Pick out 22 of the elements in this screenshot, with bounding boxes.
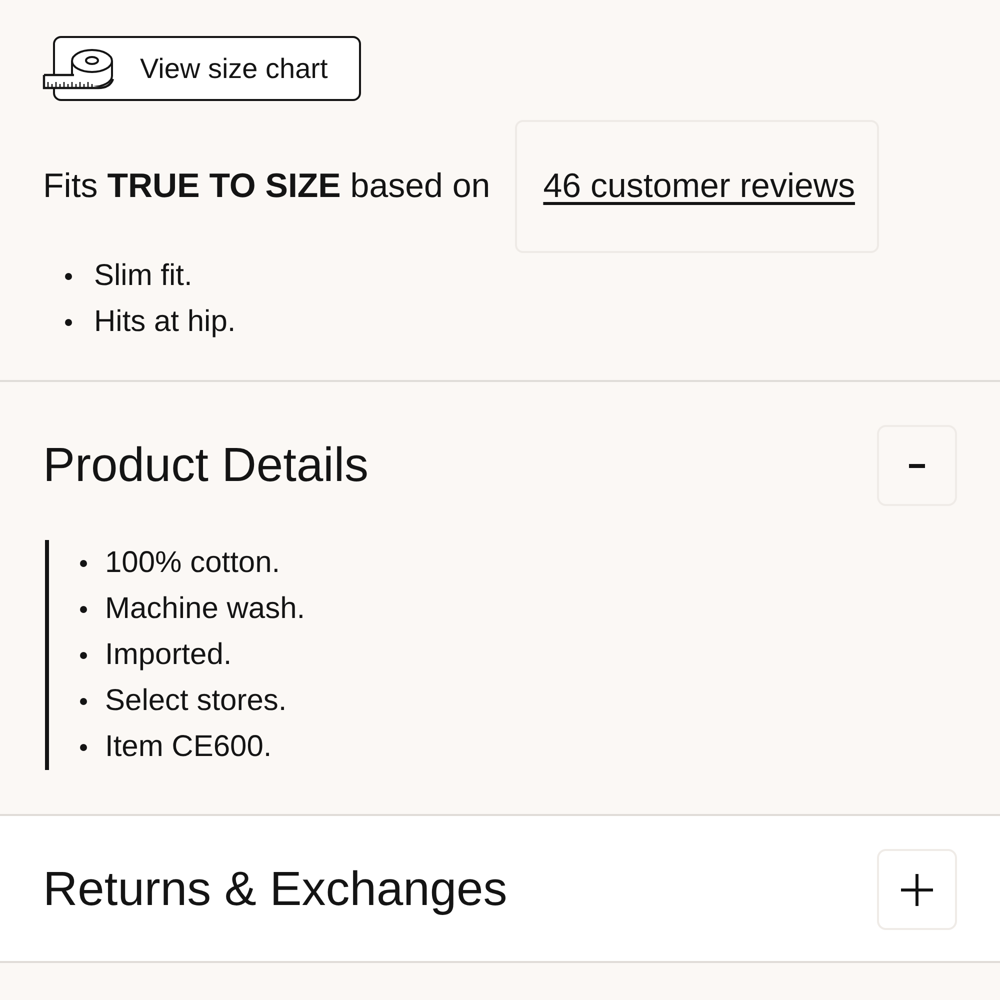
fit-note: Hits at hip.: [94, 304, 236, 340]
detail-item: 100% cotton.: [105, 545, 280, 581]
detail-item: Imported.: [105, 637, 232, 673]
bullet-icon: [80, 560, 87, 566]
minus-icon: [909, 464, 925, 468]
bullet-icon: [80, 606, 87, 612]
detail-item: Item CE600.: [105, 729, 272, 765]
bullet-icon: [65, 272, 72, 280]
section-title[interactable]: Product Details: [43, 438, 368, 493]
detail-item: Select stores.: [105, 683, 287, 719]
detail-item: Machine wash.: [105, 591, 306, 627]
section-title[interactable]: Returns & Exchanges: [43, 862, 508, 917]
bullet-icon: [80, 698, 87, 704]
fit-note: Slim fit.: [94, 258, 192, 294]
reviews-link[interactable]: 46 customer reviews: [543, 167, 855, 206]
bullet-icon: [65, 318, 72, 326]
toggle-button[interactable]: [877, 425, 957, 506]
fit-summary: Fits TRUE TO SIZE based on: [43, 167, 490, 206]
bullet-icon: [80, 652, 87, 658]
bullet-icon: [80, 744, 87, 750]
plus-icon: [901, 874, 933, 906]
toggle-button[interactable]: [877, 849, 957, 930]
